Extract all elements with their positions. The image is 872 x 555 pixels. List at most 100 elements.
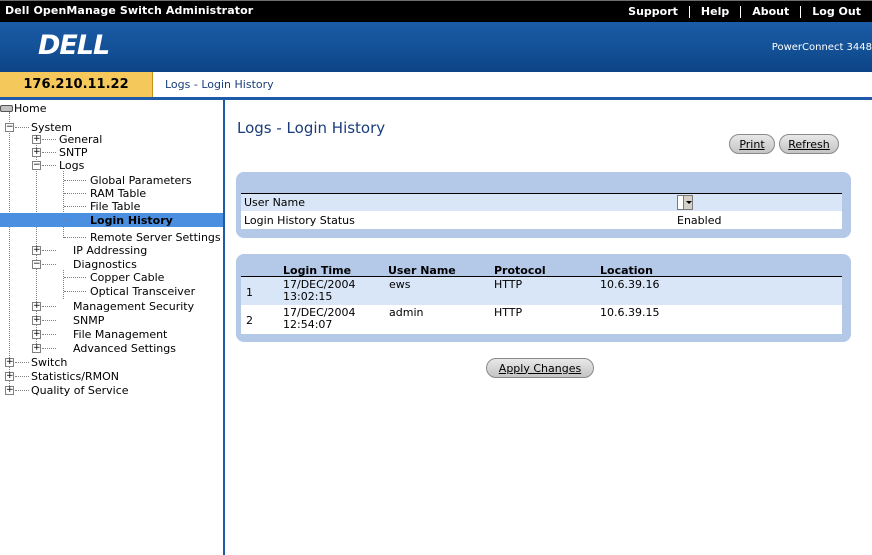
breadcrumb: Logs - Login History — [165, 78, 274, 91]
tree-branch — [64, 277, 86, 278]
user-cell: ews — [389, 278, 411, 291]
expand-icon[interactable]: + — [32, 316, 41, 325]
expand-icon[interactable]: + — [32, 344, 41, 353]
expand-icon[interactable]: + — [32, 246, 41, 255]
collapse-icon[interactable]: − — [32, 260, 41, 269]
expand-icon[interactable]: + — [32, 330, 41, 339]
tree-branch — [64, 206, 86, 207]
apply-changes-button[interactable]: Apply Changes — [486, 358, 594, 378]
tree-branch — [64, 180, 86, 181]
main-content: Logs - Login History Print Refresh User … — [227, 100, 872, 555]
tree-home[interactable]: Home — [14, 102, 46, 115]
collapse-icon[interactable]: − — [5, 123, 14, 132]
tree-ip-addressing[interactable]: IP Addressing — [73, 244, 147, 257]
tree-branch — [15, 362, 29, 363]
tree-remote-server-settings[interactable]: Remote Server Settings — [90, 231, 221, 244]
tree-guide — [63, 171, 64, 238]
expand-icon[interactable]: + — [5, 386, 14, 395]
user-name-row: User Name — [241, 194, 842, 211]
tree-branch — [64, 291, 86, 292]
tree-sntp[interactable]: SNTP — [59, 146, 88, 159]
logout-link[interactable]: Log Out — [800, 6, 872, 18]
tree-branch — [42, 250, 56, 251]
tree-branch — [64, 237, 86, 238]
tree-branch — [64, 220, 86, 221]
model-label: PowerConnect 3448 — [771, 42, 872, 53]
home-icon — [0, 105, 13, 112]
tree-ram-table[interactable]: RAM Table — [90, 187, 146, 200]
expand-icon[interactable]: + — [32, 148, 41, 157]
print-button[interactable]: Print — [729, 134, 775, 154]
collapse-icon[interactable]: − — [32, 161, 41, 170]
tree-file-management[interactable]: File Management — [73, 328, 167, 341]
tree-branch — [64, 193, 86, 194]
tree-branch — [15, 390, 29, 391]
tree-branch — [15, 376, 29, 377]
tree-global-parameters[interactable]: Global Parameters — [90, 174, 192, 187]
tree-quality-of-service[interactable]: Quality of Service — [31, 384, 129, 397]
expand-icon[interactable]: + — [32, 302, 41, 311]
user-name-select[interactable] — [677, 195, 693, 210]
tree-branch — [42, 165, 56, 166]
tree-branch — [42, 348, 56, 349]
sidebar-tree: Home − System + General + SNTP − Logs Gl… — [0, 100, 225, 555]
about-link[interactable]: About — [740, 6, 800, 18]
support-link[interactable]: Support — [617, 6, 689, 18]
top-menu: Support Help About Log Out — [617, 1, 872, 23]
history-table: 1 17/DEC/2004 13:02:15 ews HTTP 10.6.39.… — [241, 276, 842, 334]
tree-switch[interactable]: Switch — [31, 356, 67, 369]
protocol-cell: HTTP — [494, 278, 523, 291]
row-index: 1 — [246, 286, 253, 299]
table-row: 2 17/DEC/2004 12:54:07 admin HTTP 10.6.3… — [241, 305, 842, 334]
breadcrumb-bar: 176.210.11.22 Logs - Login History — [0, 72, 872, 100]
tree-branch — [42, 139, 56, 140]
tree-branch — [42, 306, 56, 307]
tree-advanced-settings[interactable]: Advanced Settings — [73, 342, 176, 355]
tree-copper-cable[interactable]: Copper Cable — [90, 271, 164, 284]
location-cell: 10.6.39.15 — [600, 306, 660, 319]
tree-branch — [15, 127, 29, 128]
tree-general[interactable]: General — [59, 133, 102, 146]
banner: DELL PowerConnect 3448 — [0, 22, 872, 72]
tree-file-table[interactable]: File Table — [90, 200, 140, 213]
page-title: Logs - Login History — [237, 119, 386, 137]
app-title: Dell OpenManage Switch Administrator — [5, 4, 254, 17]
table-row: 1 17/DEC/2004 13:02:15 ews HTTP 10.6.39.… — [241, 277, 842, 305]
tree-statistics-rmon[interactable]: Statistics/RMON — [31, 370, 119, 383]
tree-management-security[interactable]: Management Security — [73, 300, 194, 313]
chevron-down-icon — [683, 196, 692, 209]
tree-optical-transceiver[interactable]: Optical Transceiver — [90, 285, 195, 298]
row-index: 2 — [246, 314, 253, 327]
login-clock: 12:54:07 — [283, 318, 333, 331]
expand-icon[interactable]: + — [5, 372, 14, 381]
refresh-button[interactable]: Refresh — [779, 134, 839, 154]
device-ip: 176.210.11.22 — [0, 72, 153, 97]
user-cell: admin — [389, 306, 424, 319]
settings-table: User Name Login History Status Enabled — [241, 193, 842, 229]
tree-branch — [42, 320, 56, 321]
dell-logo: DELL — [38, 30, 110, 61]
settings-panel: User Name Login History Status Enabled — [236, 172, 851, 238]
tree-branch — [42, 334, 56, 335]
location-cell: 10.6.39.16 — [600, 278, 660, 291]
protocol-cell: HTTP — [494, 306, 523, 319]
logo-text: DELL — [38, 30, 110, 61]
tree-guide — [63, 270, 64, 299]
expand-icon[interactable]: + — [32, 135, 41, 144]
status-label: Login History Status — [244, 214, 355, 227]
history-panel: Login Time User Name Protocol Location 1… — [236, 254, 851, 342]
status-row: Login History Status Enabled — [241, 212, 842, 229]
login-clock: 13:02:15 — [283, 290, 333, 303]
tree-login-history[interactable]: Login History — [90, 214, 173, 227]
top-bar: Dell OpenManage Switch Administrator Sup… — [0, 0, 872, 22]
user-name-label: User Name — [244, 196, 306, 209]
tree-branch — [42, 152, 56, 153]
tree-branch — [42, 264, 56, 265]
expand-icon[interactable]: + — [5, 358, 14, 367]
tree-logs[interactable]: Logs — [59, 159, 84, 172]
status-value: Enabled — [677, 214, 722, 227]
tree-snmp[interactable]: SNMP — [73, 314, 104, 327]
tree-guide — [9, 112, 10, 390]
tree-diagnostics[interactable]: Diagnostics — [73, 258, 137, 271]
help-link[interactable]: Help — [688, 6, 740, 18]
